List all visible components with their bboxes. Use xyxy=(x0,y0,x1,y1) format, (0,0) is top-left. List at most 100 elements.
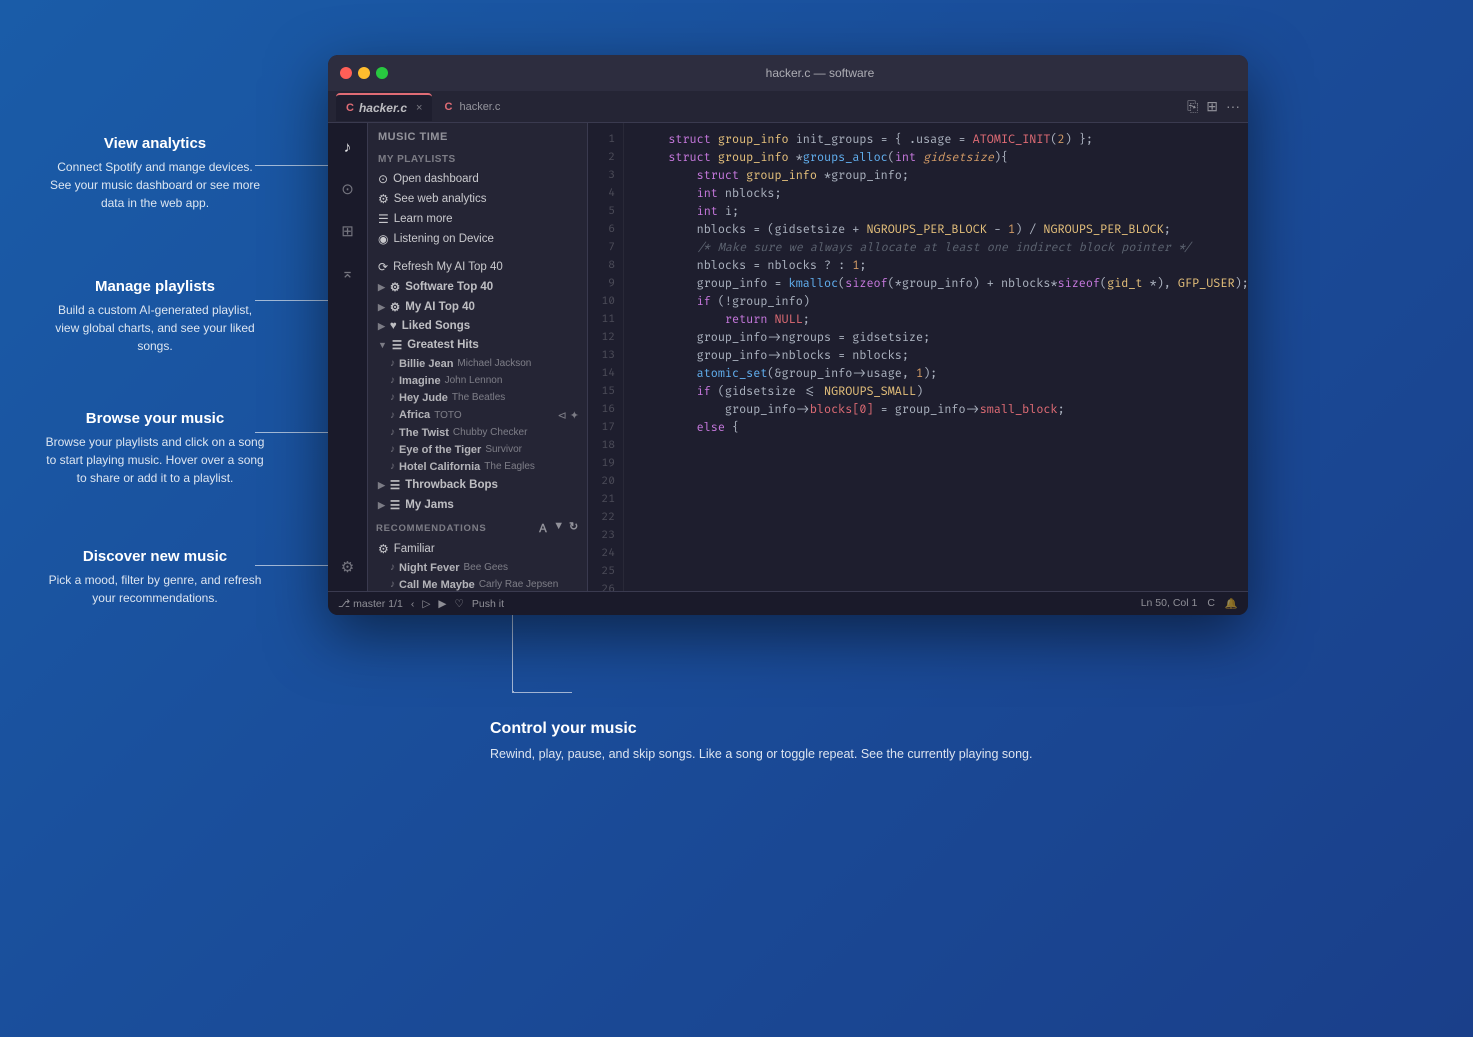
learn-more-item[interactable]: ☰ Learn more xyxy=(368,209,587,229)
familiar-icon: ⚙ xyxy=(378,542,389,556)
branch-name: master xyxy=(353,598,385,610)
song-name-the-twist: The Twist xyxy=(399,427,449,439)
note-icon-5: ♪ xyxy=(390,427,395,438)
code-line-34: group_info->blocks[0] = group_info->smal… xyxy=(640,401,1232,419)
heart-status-icon[interactable]: ♡ xyxy=(454,598,463,610)
song-artist-hotel-california: The Eagles xyxy=(484,461,535,472)
music-icon-sidebar[interactable]: ♪ xyxy=(332,131,364,163)
split-vertical-icon[interactable]: ⊞ xyxy=(1206,98,1218,115)
my-ai-top40-header[interactable]: ▶ ⚙ My AI Top 40 xyxy=(368,297,587,317)
code-line-9: int i; xyxy=(640,203,1232,221)
code-line-12: nblocks = (gidsetsize + NGROUPS_PER_BLOC… xyxy=(640,221,1232,239)
notification-icon[interactable]: 🔔 xyxy=(1225,597,1238,610)
tab-lang-badge: C xyxy=(346,102,354,114)
liked-songs-label: Liked Songs xyxy=(402,320,470,332)
rec-icon-filter[interactable]: ▼ xyxy=(553,520,565,536)
song-billie-jean[interactable]: ♪ Billie Jean Michael Jackson xyxy=(368,355,587,372)
tab-actions: ⎘ ⊞ ··· xyxy=(1187,98,1240,115)
rec-night-fever[interactable]: ♪ Night Fever Bee Gees xyxy=(368,559,587,576)
rec-icon-user[interactable]: Ａ xyxy=(537,520,549,536)
bottom-connector-horizontal xyxy=(512,692,572,693)
software-top40-header[interactable]: ▶ ⚙ Software Top 40 xyxy=(368,277,587,297)
close-button[interactable] xyxy=(340,67,352,79)
note-icon-1: ♪ xyxy=(390,358,395,369)
code-content[interactable]: struct group_info init_groups = { .usage… xyxy=(624,123,1248,591)
open-dashboard-label: Open dashboard xyxy=(393,173,579,185)
split-horizontal-icon[interactable]: ⎘ xyxy=(1187,98,1198,115)
discover-music-annotation: Discover new music Pick a mood, filter b… xyxy=(45,548,265,607)
more-actions-icon[interactable]: ··· xyxy=(1226,98,1240,115)
greatest-hits-header[interactable]: ▼ ☰ Greatest Hits xyxy=(368,335,587,355)
ai-playlist-icon: ⚙ xyxy=(390,300,400,314)
rec-icons: Ａ ▼ ↻ xyxy=(537,520,579,536)
tab-filename: hacker.c xyxy=(359,101,407,115)
my-jams-header[interactable]: ▶ ☰ My Jams xyxy=(368,495,587,515)
forward-icon[interactable]: ▶ xyxy=(438,598,446,610)
view-analytics-annotation: View analytics Connect Spotify and mange… xyxy=(45,135,265,212)
rec-call-me-maybe[interactable]: ♪ Call Me Maybe Carly Rae Jepsen xyxy=(368,576,587,591)
liked-songs-header[interactable]: ▶ ♥ Liked Songs xyxy=(368,317,587,335)
active-tab[interactable]: C hacker.c × xyxy=(336,93,432,121)
tab-breadcrumb: C hacker.c xyxy=(444,101,500,113)
code-line-7: int nblocks; xyxy=(640,185,1232,203)
see-web-analytics-label: See web analytics xyxy=(394,193,579,205)
song-name-hey-jude: Hey Jude xyxy=(399,392,448,404)
back-icon[interactable]: ▷ xyxy=(422,598,430,610)
song-the-twist[interactable]: ♪ The Twist Chubby Checker xyxy=(368,424,587,441)
minimize-button[interactable] xyxy=(358,67,370,79)
analytics-icon: ⚙ xyxy=(378,192,389,206)
refresh-ai-item[interactable]: ⟳ Refresh My AI Top 40 xyxy=(368,257,587,277)
note-icon-6: ♪ xyxy=(390,444,395,455)
code-line-14: /* Make sure we always allocate at least… xyxy=(640,239,1232,257)
search-icon-sidebar[interactable]: ⊙ xyxy=(332,173,364,205)
tab-close-icon[interactable]: × xyxy=(416,102,422,114)
status-bar-right: Ln 50, Col 1 C 🔔 xyxy=(1141,597,1238,610)
code-editor: 12345 678910 1112131415 1617181920 21222… xyxy=(588,123,1248,591)
chevron-right-icon-5: ▶ xyxy=(378,500,385,511)
bottom-connector-line xyxy=(512,612,514,692)
discover-music-title: Discover new music xyxy=(45,548,265,565)
note-icon-9: ♪ xyxy=(390,579,395,590)
settings-icon-sidebar[interactable]: ⚙ xyxy=(332,551,364,583)
browse-music-title: Browse your music xyxy=(45,410,265,427)
dashboard-icon: ⊙ xyxy=(378,172,388,186)
view-analytics-desc: Connect Spotify and mange devices. See y… xyxy=(45,158,265,212)
chevron-right-icon-2: ▶ xyxy=(378,302,385,313)
song-artist-call-me-maybe: Carly Rae Jepsen xyxy=(479,579,558,590)
control-music-title: Control your music xyxy=(490,720,1032,738)
song-hotel-california[interactable]: ♪ Hotel California The Eagles xyxy=(368,458,587,475)
control-music-annotation: Control your music Rewind, play, pause, … xyxy=(490,720,1032,977)
manage-playlists-annotation: Manage playlists Build a custom AI-gener… xyxy=(45,278,265,355)
song-imagine[interactable]: ♪ Imagine John Lennon xyxy=(368,372,587,389)
song-hey-jude[interactable]: ♪ Hey Jude The Beatles xyxy=(368,389,587,406)
maximize-button[interactable] xyxy=(376,67,388,79)
my-jams-icon: ☰ xyxy=(390,498,400,512)
open-dashboard-item[interactable]: ⊙ Open dashboard xyxy=(368,169,587,189)
song-eye-tiger[interactable]: ♪ Eye of the Tiger Survivor xyxy=(368,441,587,458)
africa-song-actions: ⊲ ✦ xyxy=(558,409,580,422)
note-icon-3: ♪ xyxy=(390,392,395,403)
rec-familiar[interactable]: ⚙ Familiar xyxy=(368,539,587,559)
status-bar: ⎇ master 1/1 ‹ ▷ ▶ ♡ Push it Ln 50, Col … xyxy=(328,591,1248,615)
song-africa[interactable]: ♪ Africa TOTO ⊲ ✦ xyxy=(368,406,587,424)
manage-playlists-desc: Build a custom AI-generated playlist, vi… xyxy=(45,301,265,355)
rec-icon-refresh[interactable]: ↻ xyxy=(569,520,579,536)
note-icon-4: ♪ xyxy=(390,410,395,421)
listening-device-item[interactable]: ◉ Listening on Device xyxy=(368,229,587,249)
git-branch[interactable]: ⎇ master 1/1 xyxy=(338,598,403,610)
code-line-16: nblocks = nblocks ? : 1; xyxy=(640,257,1232,275)
throwback-bops-header[interactable]: ▶ ☰ Throwback Bops xyxy=(368,475,587,495)
line-count: 1/1 xyxy=(388,598,403,610)
refresh-icon: ⟳ xyxy=(378,260,388,274)
rec-familiar-label: Familiar xyxy=(394,543,579,555)
prev-icon[interactable]: ‹ xyxy=(411,598,415,610)
see-web-analytics-item[interactable]: ⚙ See web analytics xyxy=(368,189,587,209)
tab-bar: C hacker.c × C hacker.c ⎘ ⊞ ··· xyxy=(328,91,1248,123)
code-line-28: atomic_set(&group_info->usage, 1); xyxy=(640,365,1232,383)
song-name-imagine: Imagine xyxy=(399,375,441,387)
code-line-31: if (gidsetsize <= NGROUPS_SMALL) xyxy=(640,383,1232,401)
headphones-icon-sidebar[interactable]: ⌅ xyxy=(332,257,364,289)
code-line-3: struct group_info *groups_alloc(int gids… xyxy=(640,149,1232,167)
manage-playlists-title: Manage playlists xyxy=(45,278,265,295)
playlist-icon-sidebar[interactable]: ⊞ xyxy=(332,215,364,247)
